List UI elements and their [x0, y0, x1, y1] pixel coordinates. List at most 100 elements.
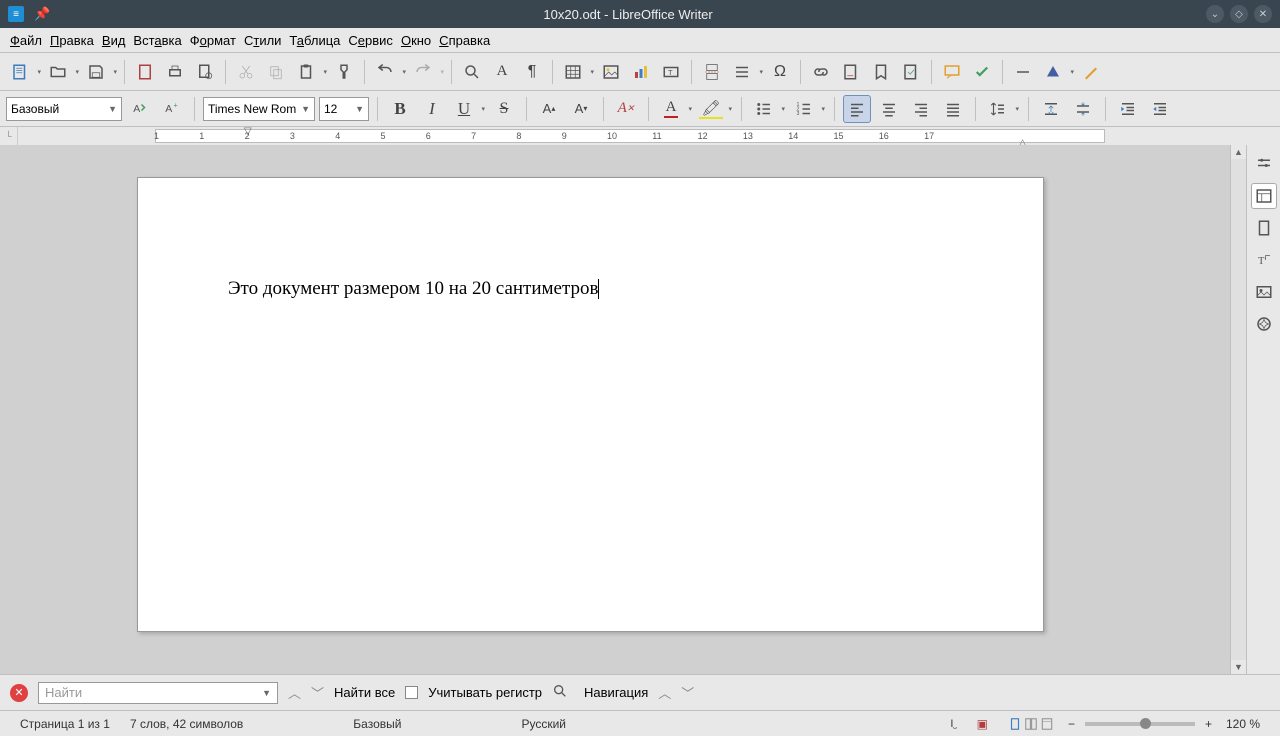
new-doc-button[interactable]	[6, 58, 42, 86]
pin-icon[interactable]: 📌	[34, 6, 50, 22]
insert-field-button[interactable]	[728, 58, 764, 86]
status-zoom[interactable]: 120 %	[1216, 717, 1270, 731]
export-pdf-button[interactable]	[131, 58, 159, 86]
strikethrough-button[interactable]: S	[490, 95, 518, 123]
menu-window[interactable]: Окно	[397, 30, 435, 51]
basic-shapes-button[interactable]	[1039, 58, 1075, 86]
menu-styles[interactable]: Стили	[240, 30, 285, 51]
align-justify-button[interactable]	[939, 95, 967, 123]
minimize-button[interactable]: ⌄	[1206, 5, 1224, 23]
bookmark-button[interactable]	[867, 58, 895, 86]
paragraph-style-combo[interactable]: Базовый▼	[6, 97, 122, 121]
find-input[interactable]: Найти▼	[38, 682, 278, 704]
align-right-button[interactable]	[907, 95, 935, 123]
spellcheck-button[interactable]: A	[488, 58, 516, 86]
insert-chart-button[interactable]	[627, 58, 655, 86]
menu-file[interactable]: Файл	[6, 30, 46, 51]
find-all-button[interactable]: Найти все	[334, 685, 395, 700]
menu-format[interactable]: Формат	[186, 30, 240, 51]
bold-button[interactable]: B	[386, 95, 414, 123]
save-button[interactable]	[82, 58, 118, 86]
insert-textbox-button[interactable]: T	[657, 58, 685, 86]
increase-para-spacing-button[interactable]	[1037, 95, 1065, 123]
number-list-button[interactable]: 123	[790, 95, 826, 123]
format-paintbrush-button[interactable]	[330, 58, 358, 86]
status-insert-mode[interactable]: I⎵	[940, 718, 966, 730]
menu-insert[interactable]: Вставка	[129, 30, 185, 51]
close-button[interactable]: ✕	[1254, 5, 1272, 23]
superscript-button[interactable]: A▴	[535, 95, 563, 123]
menu-tools[interactable]: Сервис	[344, 30, 397, 51]
decrease-para-spacing-button[interactable]	[1069, 95, 1097, 123]
status-style[interactable]: Базовый	[343, 717, 411, 731]
page-break-button[interactable]	[698, 58, 726, 86]
increase-indent-button[interactable]	[1114, 95, 1142, 123]
menu-view[interactable]: Вид	[98, 30, 130, 51]
print-button[interactable]	[161, 58, 189, 86]
zoom-slider[interactable]	[1085, 722, 1195, 726]
findbar-close-button[interactable]: ✕	[10, 684, 28, 702]
find-replace-button[interactable]	[458, 58, 486, 86]
update-style-button[interactable]: A	[126, 95, 154, 123]
draw-functions-button[interactable]	[1077, 58, 1105, 86]
new-style-button[interactable]: A+	[158, 95, 186, 123]
zoom-in-button[interactable]: +	[1201, 717, 1216, 731]
hyperlink-button[interactable]	[807, 58, 835, 86]
find-next-button[interactable]: ﹀	[311, 683, 324, 702]
horizontal-ruler[interactable]: 11234567891011121314151617▽△	[155, 129, 1105, 143]
cut-button[interactable]	[232, 58, 260, 86]
status-signature-icon[interactable]: ▣	[967, 717, 998, 731]
formatting-marks-button[interactable]: ¶	[518, 58, 546, 86]
redo-button[interactable]	[409, 58, 445, 86]
undo-button[interactable]	[371, 58, 407, 86]
sidebar-properties-icon[interactable]	[1251, 183, 1277, 209]
special-char-button[interactable]: Ω	[766, 58, 794, 86]
status-page[interactable]: Страница 1 из 1	[10, 717, 120, 731]
insert-table-button[interactable]	[559, 58, 595, 86]
status-wordcount[interactable]: 7 слов, 42 символов	[120, 717, 253, 731]
clear-formatting-button[interactable]: A✕	[612, 95, 640, 123]
print-preview-button[interactable]	[191, 58, 219, 86]
zoom-out-button[interactable]: −	[1064, 717, 1079, 731]
find-other-button[interactable]	[552, 683, 568, 702]
comment-button[interactable]	[938, 58, 966, 86]
vertical-scrollbar[interactable]: ▲ ▼	[1230, 145, 1246, 674]
sidebar-page-icon[interactable]	[1251, 215, 1277, 241]
status-view-icons[interactable]	[998, 717, 1064, 731]
copy-button[interactable]	[262, 58, 290, 86]
track-changes-button[interactable]	[968, 58, 996, 86]
page[interactable]: Это документ размером 10 на 20 сантиметр…	[137, 177, 1044, 632]
nav-next-button[interactable]: ﹀	[681, 683, 694, 702]
document-text[interactable]: Это документ размером 10 на 20 сантиметр…	[228, 278, 599, 300]
paste-button[interactable]	[292, 58, 328, 86]
bullet-list-button[interactable]	[750, 95, 786, 123]
italic-button[interactable]: I	[418, 95, 446, 123]
sidebar-navigator-icon[interactable]	[1251, 311, 1277, 337]
align-left-button[interactable]	[843, 95, 871, 123]
sidebar-settings-icon[interactable]	[1251, 151, 1277, 177]
underline-button[interactable]: U	[450, 95, 486, 123]
insert-image-button[interactable]	[597, 58, 625, 86]
document-canvas[interactable]: Это документ размером 10 на 20 сантиметр…	[0, 145, 1230, 674]
font-size-combo[interactable]: 12▼	[319, 97, 369, 121]
status-language[interactable]: Русский	[511, 717, 576, 731]
match-case-checkbox[interactable]	[405, 686, 418, 699]
font-color-button[interactable]: A	[657, 95, 693, 123]
open-button[interactable]	[44, 58, 80, 86]
menu-table[interactable]: Таблица	[285, 30, 344, 51]
sidebar-styles-icon[interactable]: T	[1251, 247, 1277, 273]
find-prev-button[interactable]: ︿	[288, 683, 301, 702]
sidebar-gallery-icon[interactable]	[1251, 279, 1277, 305]
cross-ref-button[interactable]	[897, 58, 925, 86]
scroll-down-icon[interactable]: ▼	[1231, 660, 1246, 674]
menu-help[interactable]: Справка	[435, 30, 494, 51]
line-button[interactable]	[1009, 58, 1037, 86]
scroll-up-icon[interactable]: ▲	[1231, 145, 1246, 159]
font-name-combo[interactable]: Times New Rom▼	[203, 97, 315, 121]
line-spacing-button[interactable]	[984, 95, 1020, 123]
nav-prev-button[interactable]: ︿	[658, 683, 671, 702]
menu-edit[interactable]: Правка	[46, 30, 98, 51]
subscript-button[interactable]: A▾	[567, 95, 595, 123]
maximize-button[interactable]: ◇	[1230, 5, 1248, 23]
align-center-button[interactable]	[875, 95, 903, 123]
